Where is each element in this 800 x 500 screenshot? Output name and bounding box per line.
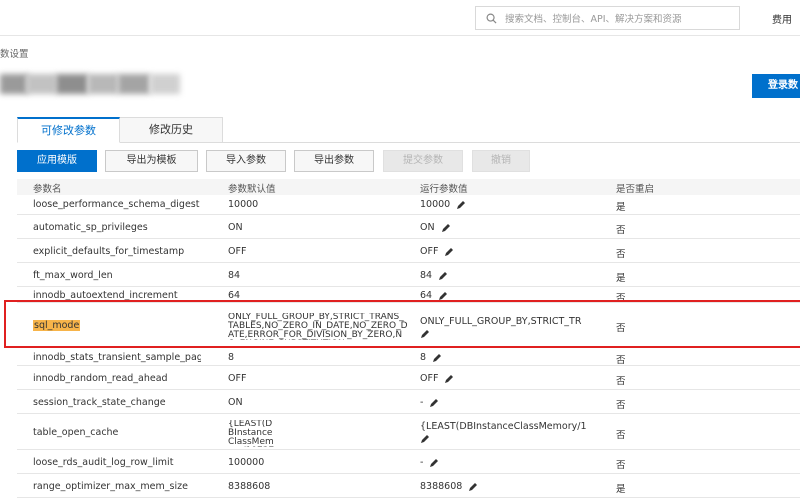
table-row: explicit_defaults_for_timestamp OFF OFF …	[17, 240, 800, 263]
param-default: OFF	[228, 373, 247, 384]
param-restart: 是	[616, 202, 626, 213]
param-name: innodb_stats_transient_sample_pages	[33, 352, 201, 363]
param-name: range_optimizer_max_mem_size	[33, 481, 188, 492]
table-row: innodb_stats_transient_sample_pages 8 8 …	[17, 349, 800, 366]
edit-pencil-icon[interactable]	[456, 200, 466, 210]
apply-template-button[interactable]: 应用模版	[17, 150, 97, 172]
param-running: ON	[420, 222, 604, 233]
login-database-button[interactable]: 登录数	[752, 74, 800, 98]
edit-pencil-icon[interactable]	[444, 247, 454, 257]
param-default: 8	[228, 352, 235, 363]
header-running-value: 运行参数值	[420, 184, 468, 195]
revoke-button[interactable]: 撤销	[472, 150, 530, 172]
param-default: ON	[228, 397, 243, 408]
edit-pencil-icon[interactable]	[441, 223, 451, 233]
param-restart: 否	[616, 249, 626, 260]
export-template-button[interactable]: 导出为模板	[105, 150, 198, 172]
param-running: 84	[420, 270, 604, 281]
edit-pencil-icon[interactable]	[420, 434, 430, 444]
red-highlight-box	[4, 300, 800, 348]
param-default: OFF	[228, 246, 247, 257]
header-param-name: 参数名	[33, 184, 62, 195]
submit-parameters-button[interactable]: 提交参数	[383, 150, 463, 172]
rds-parameter-settings-page: 搜索文档、控制台、API、解决方案和资源 费用 数设置 登录数 可修改参数 修改…	[0, 0, 800, 500]
param-default: ON	[228, 222, 243, 233]
table-row: range_optimizer_max_mem_size 8388608 838…	[17, 475, 800, 498]
param-name: loose_rds_audit_log_row_limit	[33, 457, 174, 468]
param-running: 8388608	[420, 481, 604, 492]
table-row: table_open_cache {LEAST(DBInstanceClassM…	[17, 415, 800, 450]
parameter-tabs: 可修改参数 修改历史	[17, 117, 800, 143]
import-parameters-button[interactable]: 导入参数	[206, 150, 286, 172]
param-default: 84	[228, 270, 241, 281]
table-row: loose_rds_audit_log_row_limit 100000 - 否	[17, 451, 800, 474]
edit-pencil-icon[interactable]	[429, 458, 439, 468]
param-restart: 否	[616, 225, 626, 236]
param-default: {LEAST(DBInstanceClassMemory/1073741824*…	[228, 420, 274, 447]
header-restart-required: 是否重启	[616, 184, 655, 195]
param-restart: 否	[616, 376, 626, 387]
param-restart: 否	[616, 430, 626, 441]
param-restart: 是	[616, 484, 626, 495]
param-name: ft_max_word_len	[33, 270, 113, 281]
breadcrumb: 数设置	[0, 49, 29, 60]
export-parameters-button[interactable]: 导出参数	[294, 150, 374, 172]
table-row: loose_performance_schema_digest 10000 10…	[17, 195, 800, 215]
param-running: OFF	[420, 373, 604, 384]
param-default: 10000	[228, 199, 259, 210]
table-row: session_track_state_change ON - 否	[17, 391, 800, 414]
global-search-box[interactable]: 搜索文档、控制台、API、解决方案和资源	[475, 6, 740, 30]
edit-pencil-icon[interactable]	[438, 271, 448, 281]
param-restart: 否	[616, 355, 626, 366]
param-running: {LEAST(DBInstanceClassMemory/1	[420, 421, 605, 447]
table-row: ft_max_word_len 84 84 是	[17, 264, 800, 287]
header-default-value: 参数默认值	[228, 184, 276, 195]
param-running: -	[420, 457, 604, 468]
param-running: -	[420, 397, 604, 408]
param-name: session_track_state_change	[33, 397, 166, 408]
table-row: innodb_random_read_ahead OFF OFF 否	[17, 367, 800, 390]
edit-pencil-icon[interactable]	[444, 374, 454, 384]
param-name: explicit_defaults_for_timestamp	[33, 246, 185, 257]
param-restart: 否	[616, 400, 626, 411]
tab-modifiable-parameters[interactable]: 可修改参数	[17, 117, 120, 143]
search-icon	[486, 13, 497, 24]
top-navigation-bar: 搜索文档、控制台、API、解决方案和资源 费用	[0, 0, 800, 36]
table-header: 参数名 参数默认值 运行参数值 是否重启	[17, 179, 800, 195]
edit-pencil-icon[interactable]	[429, 398, 439, 408]
edit-pencil-icon[interactable]	[468, 482, 478, 492]
table-row: automatic_sp_privileges ON ON 否	[17, 216, 800, 239]
param-name: loose_performance_schema_digest	[33, 199, 200, 210]
param-name: innodb_random_read_ahead	[33, 373, 168, 384]
param-name: automatic_sp_privileges	[33, 222, 148, 233]
param-running: 10000	[420, 199, 604, 210]
param-default: 100000	[228, 457, 265, 468]
param-running: OFF	[420, 246, 604, 257]
edit-pencil-icon[interactable]	[438, 291, 448, 301]
edit-pencil-icon[interactable]	[432, 353, 442, 363]
search-input[interactable]: 搜索文档、控制台、API、解决方案和资源	[505, 11, 682, 25]
fee-menu-link[interactable]: 费用	[772, 11, 792, 26]
tab-modification-history[interactable]: 修改历史	[120, 117, 223, 143]
param-restart: 是	[616, 273, 626, 284]
blurred-instance-name	[0, 74, 182, 94]
param-default: 8388608	[228, 481, 271, 492]
param-restart: 否	[616, 460, 626, 471]
param-running: 8	[420, 352, 604, 363]
param-name: table_open_cache	[33, 427, 119, 438]
